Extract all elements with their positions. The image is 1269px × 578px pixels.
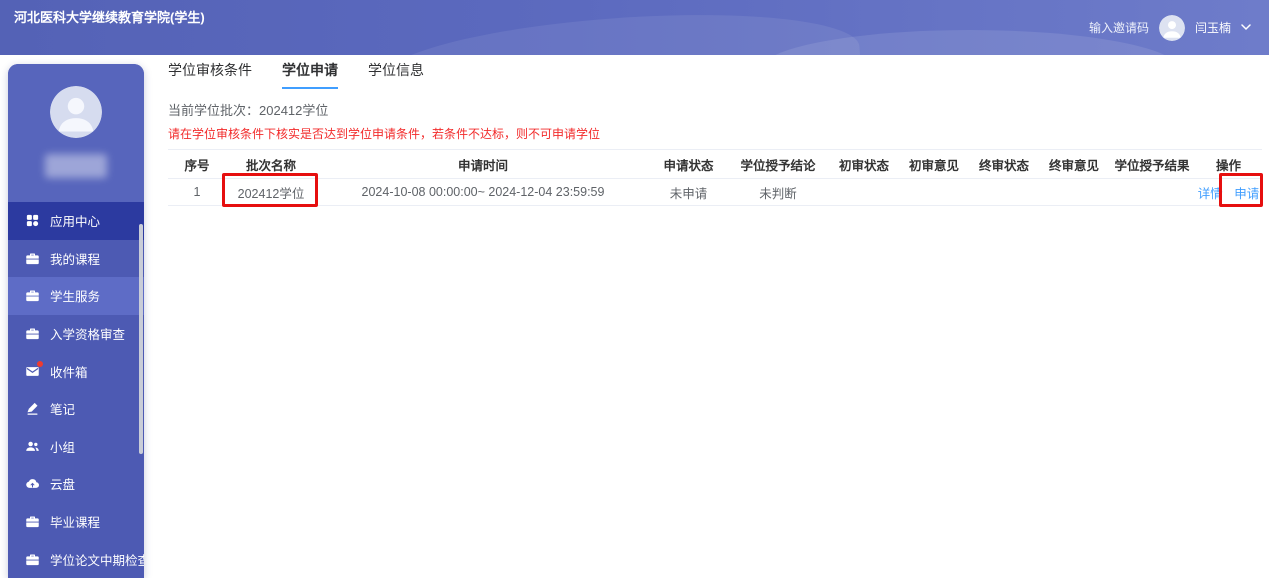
sidebar-item-label: 笔记: [50, 403, 76, 418]
sidebar-item-enrollment-review[interactable]: 入学资格审查: [8, 315, 144, 353]
pen-icon: [25, 401, 40, 416]
sidebar-profile-card: [8, 64, 144, 202]
annotation-box-batch-name: [222, 173, 318, 207]
unread-badge: [37, 360, 43, 367]
sidebar-item-label: 小组: [50, 440, 76, 455]
briefcase-icon: [25, 514, 40, 529]
sidebar-scrollbar[interactable]: [139, 224, 143, 454]
redacted-username: [45, 154, 107, 178]
cell-first-review-status: [829, 178, 899, 206]
sidebar-item-thesis-midterm-check[interactable]: 学位论文中期检查表: [8, 540, 144, 578]
sidebar-item-cloud-drive[interactable]: 云盘: [8, 465, 144, 503]
sidebar: 应用中心 我的课程 学生服务 入学资格审查 收件箱 笔记 小组 云盘 毕业课程 …: [8, 64, 144, 578]
cell-final-review-status: [969, 178, 1039, 206]
briefcase-icon: [25, 288, 40, 303]
col-degree-conclusion: 学位授予结论: [727, 149, 829, 179]
col-final-review-status: 终审状态: [969, 149, 1039, 179]
sidebar-item-groups[interactable]: 小组: [8, 428, 144, 466]
username[interactable]: 闫玉楠: [1195, 19, 1231, 36]
briefcase-icon: [25, 251, 40, 266]
sidebar-item-label: 收件箱: [50, 365, 88, 380]
user-avatar[interactable]: [1158, 14, 1185, 41]
cell-seq: 1: [168, 178, 226, 206]
app-grid-icon: [25, 213, 40, 228]
app-header: 河北医科大学继续教育学院(学生) 输入邀请码 闫玉楠: [0, 0, 1269, 55]
invite-code-link[interactable]: 输入邀请码: [1089, 19, 1149, 36]
col-first-review-opinion: 初审意见: [899, 149, 969, 179]
tab-degree-info[interactable]: 学位信息: [368, 60, 424, 87]
cell-degree-result: [1109, 178, 1195, 206]
col-first-review-status: 初审状态: [829, 149, 899, 179]
sidebar-item-student-services[interactable]: 学生服务: [8, 277, 144, 315]
cell-degree-conclusion: 未判断: [727, 178, 829, 206]
app-title: 河北医科大学继续教育学院(学生): [14, 10, 205, 25]
sidebar-menu: 应用中心 我的课程 学生服务 入学资格审查 收件箱 笔记 小组 云盘 毕业课程 …: [8, 202, 144, 578]
tab-degree-review-conditions[interactable]: 学位审核条件: [168, 60, 252, 87]
sidebar-item-label: 云盘: [50, 478, 76, 493]
sidebar-item-label: 学生服务: [50, 290, 101, 305]
sidebar-item-label: 毕业课程: [50, 516, 101, 531]
sidebar-item-notes[interactable]: 笔记: [8, 390, 144, 428]
chevron-down-icon[interactable]: [1241, 24, 1251, 31]
sidebar-item-label: 入学资格审查: [50, 328, 126, 343]
table-header-row: 序号 批次名称 申请时间 申请状态 学位授予结论 初审状态 初审意见 终审状态 …: [168, 149, 1262, 179]
warning-text: 请在学位审核条件下核实是否达到学位申请条件，若条件不达标，则不可申请学位: [168, 127, 601, 141]
col-apply-time: 申请时间: [316, 149, 650, 179]
sidebar-item-label: 应用中心: [50, 215, 101, 230]
cell-apply-status: 未申请: [650, 178, 727, 206]
col-final-review-opinion: 终审意见: [1039, 149, 1109, 179]
cloud-icon: [25, 476, 40, 491]
main-content: 学位审核条件 学位申请 学位信息 当前学位批次：202412学位 请在学位审核条…: [168, 60, 1263, 207]
col-apply-status: 申请状态: [650, 149, 727, 179]
sidebar-item-app-center[interactable]: 应用中心: [8, 202, 144, 240]
profile-avatar: [50, 86, 102, 138]
sidebar-item-my-courses[interactable]: 我的课程: [8, 240, 144, 278]
sidebar-item-inbox[interactable]: 收件箱: [8, 352, 144, 390]
header-right-group: 输入邀请码 闫玉楠: [1089, 0, 1251, 55]
current-batch-label: 当前学位批次：202412学位: [168, 103, 329, 118]
tab-degree-application[interactable]: 学位申请: [282, 60, 338, 89]
cell-first-review-opinion: [899, 178, 969, 206]
cell-final-review-opinion: [1039, 178, 1109, 206]
annotation-box-apply-link: [1219, 173, 1263, 207]
briefcase-icon: [25, 552, 40, 567]
briefcase-icon: [25, 326, 40, 341]
group-icon: [25, 439, 40, 454]
table-row: 1 202412学位 2024-10-08 00:00:00~ 2024-12-…: [168, 178, 1262, 206]
col-seq: 序号: [168, 149, 226, 179]
tab-bar: 学位审核条件 学位申请 学位信息: [168, 60, 1262, 89]
sidebar-item-graduation-courses[interactable]: 毕业课程: [8, 503, 144, 541]
degree-application-table: 序号 批次名称 申请时间 申请状态 学位授予结论 初审状态 初审意见 终审状态 …: [168, 149, 1262, 206]
sidebar-item-label: 学位论文中期检查表: [50, 553, 144, 568]
sidebar-item-label: 我的课程: [50, 252, 101, 267]
col-degree-result: 学位授予结果: [1109, 149, 1195, 179]
mail-icon: [25, 360, 43, 379]
cell-apply-time: 2024-10-08 00:00:00~ 2024-12-04 23:59:59: [316, 178, 650, 206]
